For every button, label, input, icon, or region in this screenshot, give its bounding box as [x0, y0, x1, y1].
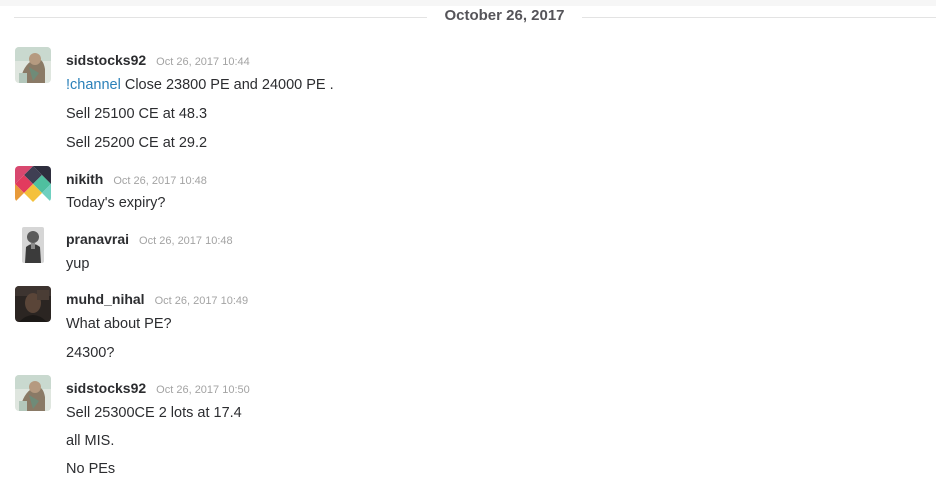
- user-avatar[interactable]: [15, 286, 51, 322]
- message-text: 24300?: [66, 345, 115, 361]
- channel-mention[interactable]: !channel: [66, 77, 121, 93]
- divider-rule-right: [582, 17, 936, 18]
- message-text: Sell 25300CE 2 lots at 17.4: [66, 405, 242, 421]
- timestamp[interactable]: Oct 26, 2017 10:50: [156, 384, 250, 396]
- user-avatar[interactable]: [22, 227, 44, 263]
- username[interactable]: sidstocks92: [66, 380, 146, 396]
- message-text-content: Close 23800 PE and 24000 PE .: [120, 77, 334, 93]
- timestamp[interactable]: Oct 26, 2017 10:48: [139, 235, 233, 247]
- divider-rule-left: [14, 17, 427, 18]
- user-avatar[interactable]: [15, 47, 51, 83]
- message-text: Sell 25100 CE at 48.3: [66, 106, 208, 122]
- message-text: No PEs: [66, 461, 116, 477]
- username[interactable]: nikith: [66, 171, 103, 187]
- message-text: What about PE?: [66, 316, 172, 332]
- username[interactable]: sidstocks92: [66, 52, 146, 68]
- timestamp[interactable]: Oct 26, 2017 10:48: [113, 175, 207, 187]
- day-divider: October 26, 2017: [0, 6, 936, 26]
- message-text: !channel Close 23800 PE and 24000 PE .: [66, 75, 334, 95]
- message-text: Sell 25200 CE at 29.2: [66, 135, 208, 151]
- day-divider-label: October 26, 2017: [444, 7, 565, 24]
- user-avatar[interactable]: [15, 166, 51, 202]
- message-header: pranavrai Oct 26, 2017 10:48: [66, 229, 233, 249]
- message-header: sidstocks92 Oct 26, 2017 10:44: [66, 50, 250, 70]
- message-text: Today's expiry?: [66, 195, 166, 211]
- message-text: yup: [66, 256, 90, 272]
- username[interactable]: pranavrai: [66, 231, 129, 247]
- message-text: all MIS.: [66, 433, 115, 449]
- message-header: muhd_nihal Oct 26, 2017 10:49: [66, 289, 248, 309]
- timestamp[interactable]: Oct 26, 2017 10:49: [155, 295, 249, 307]
- timestamp[interactable]: Oct 26, 2017 10:44: [156, 56, 250, 68]
- message-header: nikith Oct 26, 2017 10:48: [66, 169, 207, 189]
- message-header: sidstocks92 Oct 26, 2017 10:50: [66, 378, 250, 398]
- username[interactable]: muhd_nihal: [66, 291, 145, 307]
- user-avatar[interactable]: [15, 375, 51, 411]
